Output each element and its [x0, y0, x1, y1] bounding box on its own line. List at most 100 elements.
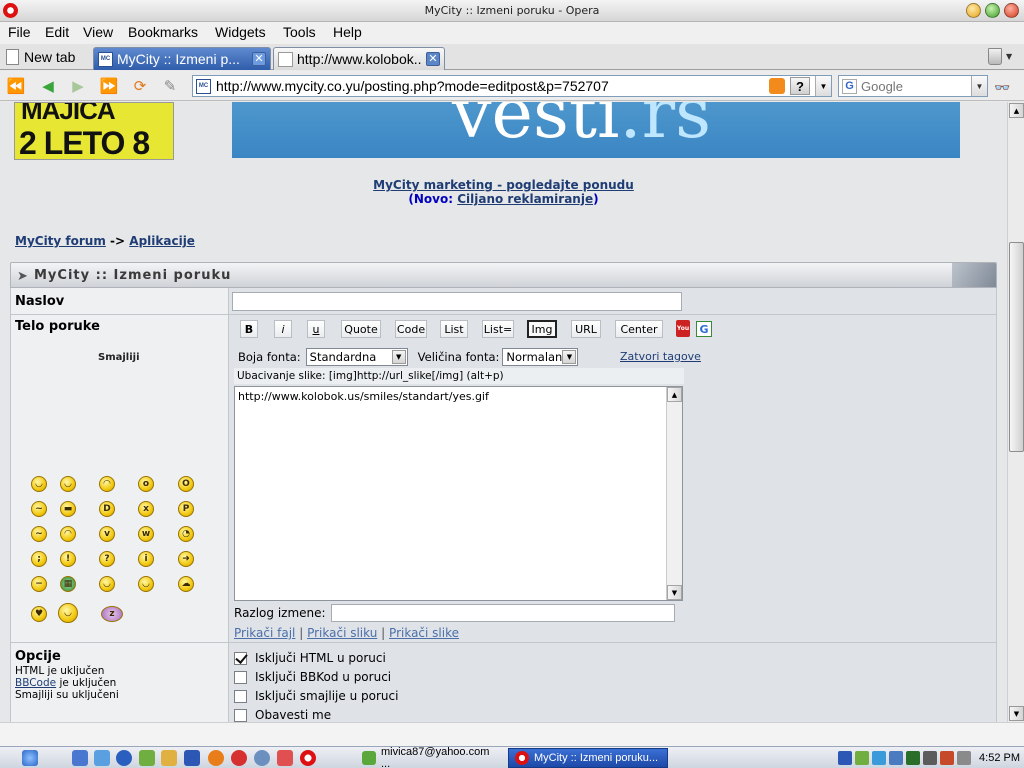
apple-icon[interactable]: [22, 750, 38, 766]
quote-button[interactable]: Quote: [341, 320, 381, 338]
banner-vesti[interactable]: vesti.rs: [232, 102, 960, 158]
task-opera[interactable]: MyCity :: Izmeni poruku...: [508, 748, 668, 768]
smiley-grin-icon[interactable]: ◡: [31, 476, 47, 492]
scroll-up-icon[interactable]: ▲: [1009, 103, 1024, 118]
forward-arrow-icon[interactable]: ▶: [68, 76, 88, 96]
underline-button[interactable]: u: [307, 320, 325, 338]
smiley-neutral-icon[interactable]: −: [31, 576, 47, 592]
quicklaunch-icon[interactable]: [277, 750, 293, 766]
img-button[interactable]: Img: [527, 320, 557, 338]
menu-view[interactable]: View: [81, 24, 115, 40]
menu-help[interactable]: Help: [331, 24, 364, 40]
edit-reason-input[interactable]: [330, 604, 675, 622]
breadcrumb-section[interactable]: Aplikacije: [129, 234, 195, 248]
help-button[interactable]: ?: [790, 77, 810, 95]
new-tab-button[interactable]: New tab: [6, 47, 75, 67]
attach-image-link[interactable]: Prikači sliku: [307, 626, 377, 640]
checkbox-checked[interactable]: [234, 651, 247, 665]
smiley-surprised-icon[interactable]: o: [138, 476, 154, 492]
attach-images-link[interactable]: Prikači slike: [389, 626, 459, 640]
address-field[interactable]: MC http://www.mycity.co.yu/posting.php?m…: [192, 75, 832, 97]
page-scrollbar[interactable]: ▲ ▼: [1007, 102, 1024, 722]
banner-majica[interactable]: MAJICA 2 LETO 8: [14, 102, 174, 160]
menu-tools[interactable]: Tools: [281, 24, 318, 40]
arrow-icon[interactable]: ➜: [178, 551, 194, 567]
smiley-big-icon[interactable]: ◡: [58, 603, 78, 623]
maximize-button[interactable]: [985, 3, 1000, 18]
trash-can-icon[interactable]: [988, 48, 1002, 65]
search-input[interactable]: [861, 78, 967, 94]
smiley-angel-icon[interactable]: ☁: [178, 576, 194, 592]
ordered-list-button[interactable]: List=: [482, 320, 514, 338]
smiley-twisted-icon[interactable]: w: [138, 526, 154, 542]
url-button[interactable]: URL: [571, 320, 601, 338]
center-button[interactable]: Center: [615, 320, 663, 338]
disable-smileys-checkbox[interactable]: Isključi smajlije u poruci: [234, 689, 398, 703]
google-video-icon[interactable]: G: [696, 321, 712, 337]
google-icon[interactable]: G: [842, 78, 857, 94]
tab-mycity[interactable]: MC MyCity :: Izmeni p... ✕: [93, 47, 271, 70]
quicklaunch-icon[interactable]: [254, 750, 270, 766]
smiley-tongue-icon[interactable]: P: [178, 501, 194, 517]
youtube-icon[interactable]: You: [676, 320, 690, 337]
tray-icon[interactable]: [838, 751, 852, 765]
targeted-ads-link[interactable]: Ciljano reklamiranje: [457, 192, 593, 206]
attach-file-link[interactable]: Prikači fajl: [234, 626, 295, 640]
menu-widgets[interactable]: Widgets: [213, 24, 268, 40]
task-yahoo[interactable]: mivica87@yahoo.com ...: [356, 746, 504, 768]
fast-forward-icon[interactable]: ⏩: [99, 76, 119, 96]
message-text[interactable]: http://www.kolobok.us/smiles/standart/ye…: [238, 390, 489, 403]
bbcode-link[interactable]: BBCode: [15, 677, 56, 689]
tray-icon[interactable]: [923, 751, 937, 765]
edit-pen-icon[interactable]: ✎: [160, 76, 180, 96]
code-button[interactable]: Code: [395, 320, 427, 338]
smiley-evil-icon[interactable]: v: [99, 526, 115, 542]
tab-kolobok[interactable]: http://www.kolobok... ✕: [273, 47, 445, 70]
smiley-rolleyes-icon[interactable]: ◔: [178, 526, 194, 542]
menu-bookmarks[interactable]: Bookmarks: [126, 24, 200, 40]
chevron-down-icon[interactable]: ▼: [1006, 52, 1012, 61]
textarea-scrollbar[interactable]: ▲ ▼: [666, 387, 682, 600]
smiley-smile-icon[interactable]: ◡: [99, 576, 115, 592]
smiley-wink-icon[interactable]: ;: [31, 551, 47, 567]
smiley-crying-icon[interactable]: ◠: [60, 526, 76, 542]
scroll-down-icon[interactable]: ▼: [667, 585, 682, 600]
close-tab-icon[interactable]: ✕: [426, 52, 440, 66]
bold-button[interactable]: B: [240, 320, 258, 338]
smiley-sad-icon[interactable]: ◠: [99, 476, 115, 492]
media-player-icon[interactable]: [116, 750, 132, 766]
tray-icon[interactable]: [906, 751, 920, 765]
smiley-embarrassed-icon[interactable]: ∼: [31, 526, 47, 542]
minimize-button[interactable]: [966, 3, 981, 18]
tray-icon[interactable]: [855, 751, 869, 765]
list-button[interactable]: List: [440, 320, 468, 338]
back-arrow-icon[interactable]: ◀: [38, 76, 58, 96]
search-box[interactable]: G ▼: [838, 75, 988, 97]
quicklaunch-icon[interactable]: [94, 750, 110, 766]
smiley-happy-icon[interactable]: ◡: [60, 476, 76, 492]
smiley-green-icon[interactable]: ▦: [60, 576, 76, 592]
rewind-icon[interactable]: ⏪: [6, 76, 26, 96]
tray-icon[interactable]: [872, 751, 886, 765]
subject-input[interactable]: [232, 292, 682, 311]
message-textarea[interactable]: http://www.kolobok.us/smiles/standart/ye…: [234, 386, 683, 601]
close-window-button[interactable]: [1004, 3, 1019, 18]
glasses-icon[interactable]: 👓: [994, 81, 1010, 96]
smiley-laugh-icon[interactable]: D: [99, 501, 115, 517]
disable-bbcode-checkbox[interactable]: Isključi BBKod u poruci: [234, 670, 391, 684]
scroll-down-icon[interactable]: ▼: [1009, 706, 1024, 721]
quicklaunch-icon[interactable]: [161, 750, 177, 766]
smiley-blush-icon[interactable]: ◡: [138, 576, 154, 592]
font-color-select[interactable]: Standardna ▼: [305, 348, 408, 366]
marketing-link[interactable]: MyCity marketing - pogledajte ponudu: [373, 178, 634, 192]
quicklaunch-icon[interactable]: [231, 750, 247, 766]
reload-icon[interactable]: ⟳: [130, 76, 150, 96]
exclamation-icon[interactable]: !: [60, 551, 76, 567]
chevron-down-icon[interactable]: ▼: [971, 76, 987, 96]
idea-icon[interactable]: i: [138, 551, 154, 567]
smiley-kiss-icon[interactable]: ♥: [31, 606, 47, 622]
volume-icon[interactable]: [957, 751, 971, 765]
smiley-confused-icon[interactable]: ~: [31, 501, 47, 517]
close-tags-link[interactable]: Zatvori tagove: [620, 350, 701, 363]
smiley-cool-icon[interactable]: ▬: [60, 501, 76, 517]
